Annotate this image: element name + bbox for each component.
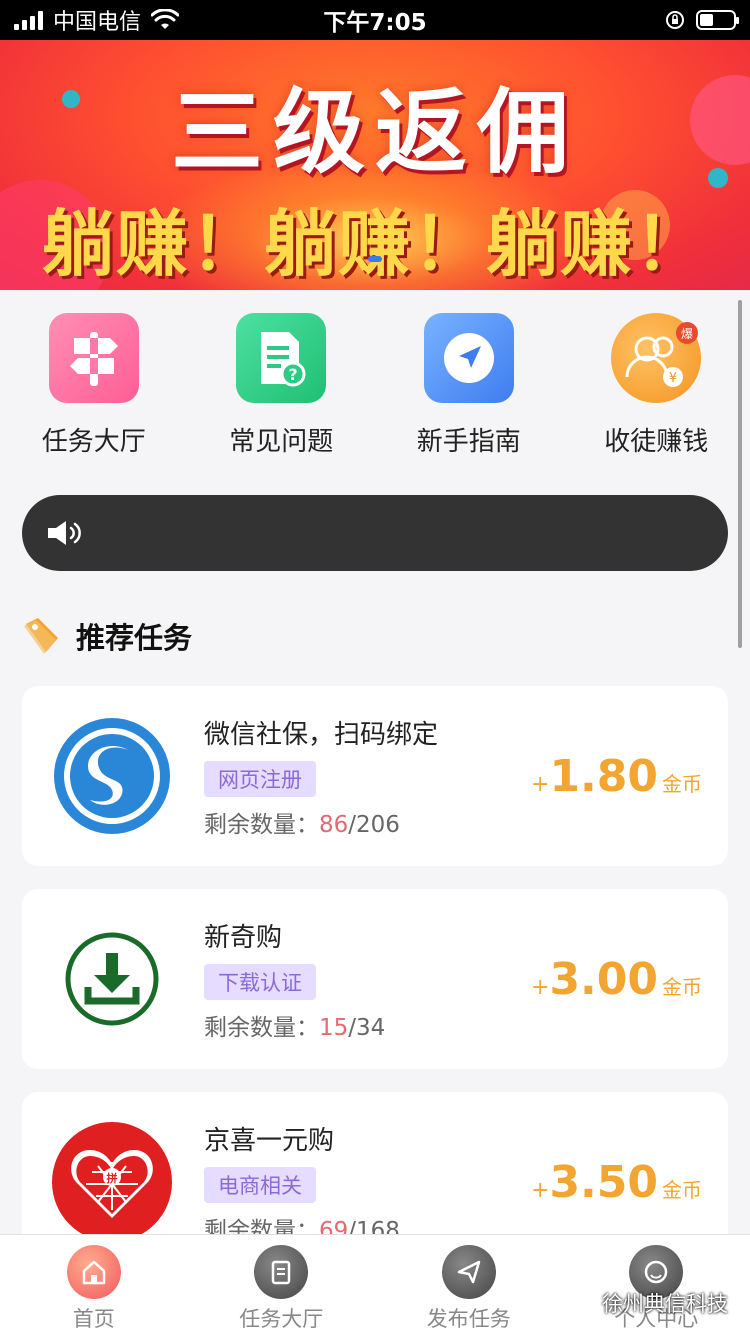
section-title: 推荐任务 bbox=[76, 621, 193, 655]
menu-label: 常见问题 bbox=[229, 427, 334, 457]
home-icon bbox=[66, 1245, 121, 1299]
tab-publish[interactable]: 发布任务 bbox=[375, 1235, 563, 1334]
navigation-arrow-icon bbox=[423, 313, 514, 403]
task-reward: + 1.80 金币 bbox=[531, 751, 702, 802]
tag-icon bbox=[24, 618, 58, 654]
reward-unit: 金币 bbox=[662, 974, 702, 999]
clipboard-icon bbox=[254, 1245, 309, 1299]
banner-title: 三级返佣 bbox=[170, 79, 579, 186]
signpost-icon bbox=[48, 313, 139, 403]
rotation-lock-icon bbox=[666, 11, 684, 29]
promo-banner[interactable]: 三级返佣 躺赚！躺赚！躺赚！ bbox=[0, 40, 750, 290]
reward-amount: 3.50 bbox=[549, 1156, 658, 1208]
speaker-icon bbox=[48, 521, 81, 545]
wifi-icon bbox=[151, 9, 180, 29]
carrier-label: 中国电信 bbox=[53, 10, 142, 35]
banner-subtitle: 躺赚！躺赚！躺赚！ bbox=[41, 202, 708, 286]
task-card[interactable]: 新奇购 下载认证 剩余数量：15/34 + 3.00 金币 bbox=[22, 889, 728, 1069]
remaining-done: 15 bbox=[319, 1014, 349, 1041]
reward-plus: + bbox=[531, 974, 550, 1000]
remaining-total: /206 bbox=[348, 811, 400, 838]
task-tag: 电商相关 bbox=[204, 1166, 316, 1203]
menu-item-task-hall[interactable]: 任务大厅 bbox=[0, 290, 188, 480]
task-remaining: 剩余数量：15/34 bbox=[204, 1008, 531, 1042]
menu-item-recruit[interactable]: ¥ 爆 收徒赚钱 bbox=[563, 290, 750, 480]
task-card[interactable]: 微信社保，扫码绑定 网页注册 剩余数量：86/206 + 1.80 金币 bbox=[22, 686, 728, 866]
tab-label: 首页 bbox=[72, 1307, 115, 1331]
svg-text:?: ? bbox=[289, 365, 298, 384]
remaining-label: 剩余数量： bbox=[204, 1014, 319, 1041]
quick-menu: 任务大厅 ? 常见问题 新手指南 ¥ 爆 收徒赚钱 bbox=[0, 290, 750, 480]
pinduoduo-heart-icon: 拼 bbox=[52, 1122, 172, 1242]
task-reward: + 3.00 金币 bbox=[531, 954, 702, 1005]
menu-label: 任务大厅 bbox=[41, 427, 146, 457]
watermark-text: 徐州典信科技 bbox=[602, 1292, 728, 1316]
wechat-channel-icon bbox=[576, 1297, 594, 1309]
menu-item-faq[interactable]: ? 常见问题 bbox=[188, 290, 376, 480]
faq-document-icon: ? bbox=[236, 313, 327, 403]
reward-amount: 3.00 bbox=[549, 953, 658, 1005]
social-security-s-icon bbox=[52, 716, 172, 836]
menu-label: 收徒赚钱 bbox=[604, 427, 709, 457]
task-tag: 下载认证 bbox=[204, 963, 316, 1000]
reward-plus: + bbox=[531, 771, 550, 797]
signal-icon bbox=[14, 10, 43, 30]
banner-dot-active bbox=[368, 256, 382, 262]
task-name: 微信社保，扫码绑定 bbox=[204, 719, 439, 750]
notice-bar[interactable] bbox=[22, 495, 728, 571]
task-tag: 网页注册 bbox=[204, 760, 316, 797]
tab-profile[interactable]: 个人中心 bbox=[563, 1235, 750, 1334]
battery-icon bbox=[696, 10, 739, 30]
tab-home[interactable]: 首页 bbox=[0, 1235, 188, 1334]
send-icon bbox=[441, 1245, 496, 1299]
scrollbar[interactable] bbox=[738, 300, 742, 648]
svg-text:拼: 拼 bbox=[107, 1171, 118, 1185]
menu-item-guide[interactable]: 新手指南 bbox=[375, 290, 563, 480]
remaining-total: /34 bbox=[348, 1014, 386, 1041]
menu-label: 新手指南 bbox=[416, 427, 521, 457]
task-name: 京喜一元购 bbox=[204, 1125, 335, 1156]
reward-unit: 金币 bbox=[662, 771, 702, 796]
tab-label: 发布任务 bbox=[426, 1307, 511, 1331]
tab-bar: 首页 任务大厅 发布任务 个人中心 bbox=[0, 1234, 750, 1334]
task-name: 新奇购 bbox=[204, 922, 283, 953]
task-remaining: 剩余数量：86/206 bbox=[204, 805, 531, 839]
svg-text:¥: ¥ bbox=[669, 371, 677, 386]
tab-task-hall[interactable]: 任务大厅 bbox=[188, 1235, 376, 1334]
banner-pagination bbox=[0, 256, 750, 262]
watermark: 徐州典信科技 bbox=[574, 1288, 728, 1318]
remaining-label: 剩余数量： bbox=[204, 811, 319, 838]
reward-amount: 1.80 bbox=[549, 750, 658, 802]
tab-label: 任务大厅 bbox=[239, 1307, 324, 1331]
svg-text:爆: 爆 bbox=[681, 327, 693, 341]
remaining-done: 86 bbox=[319, 811, 349, 838]
reward-unit: 金币 bbox=[662, 1177, 702, 1202]
task-reward: + 3.50 金币 bbox=[531, 1157, 702, 1208]
reward-plus: + bbox=[531, 1177, 550, 1203]
download-icon bbox=[52, 919, 172, 1039]
disciples-money-icon: ¥ 爆 bbox=[611, 313, 702, 403]
status-bar: 中国电信 下午7:05 bbox=[0, 0, 750, 40]
section-header: 推荐任务 bbox=[22, 615, 192, 657]
